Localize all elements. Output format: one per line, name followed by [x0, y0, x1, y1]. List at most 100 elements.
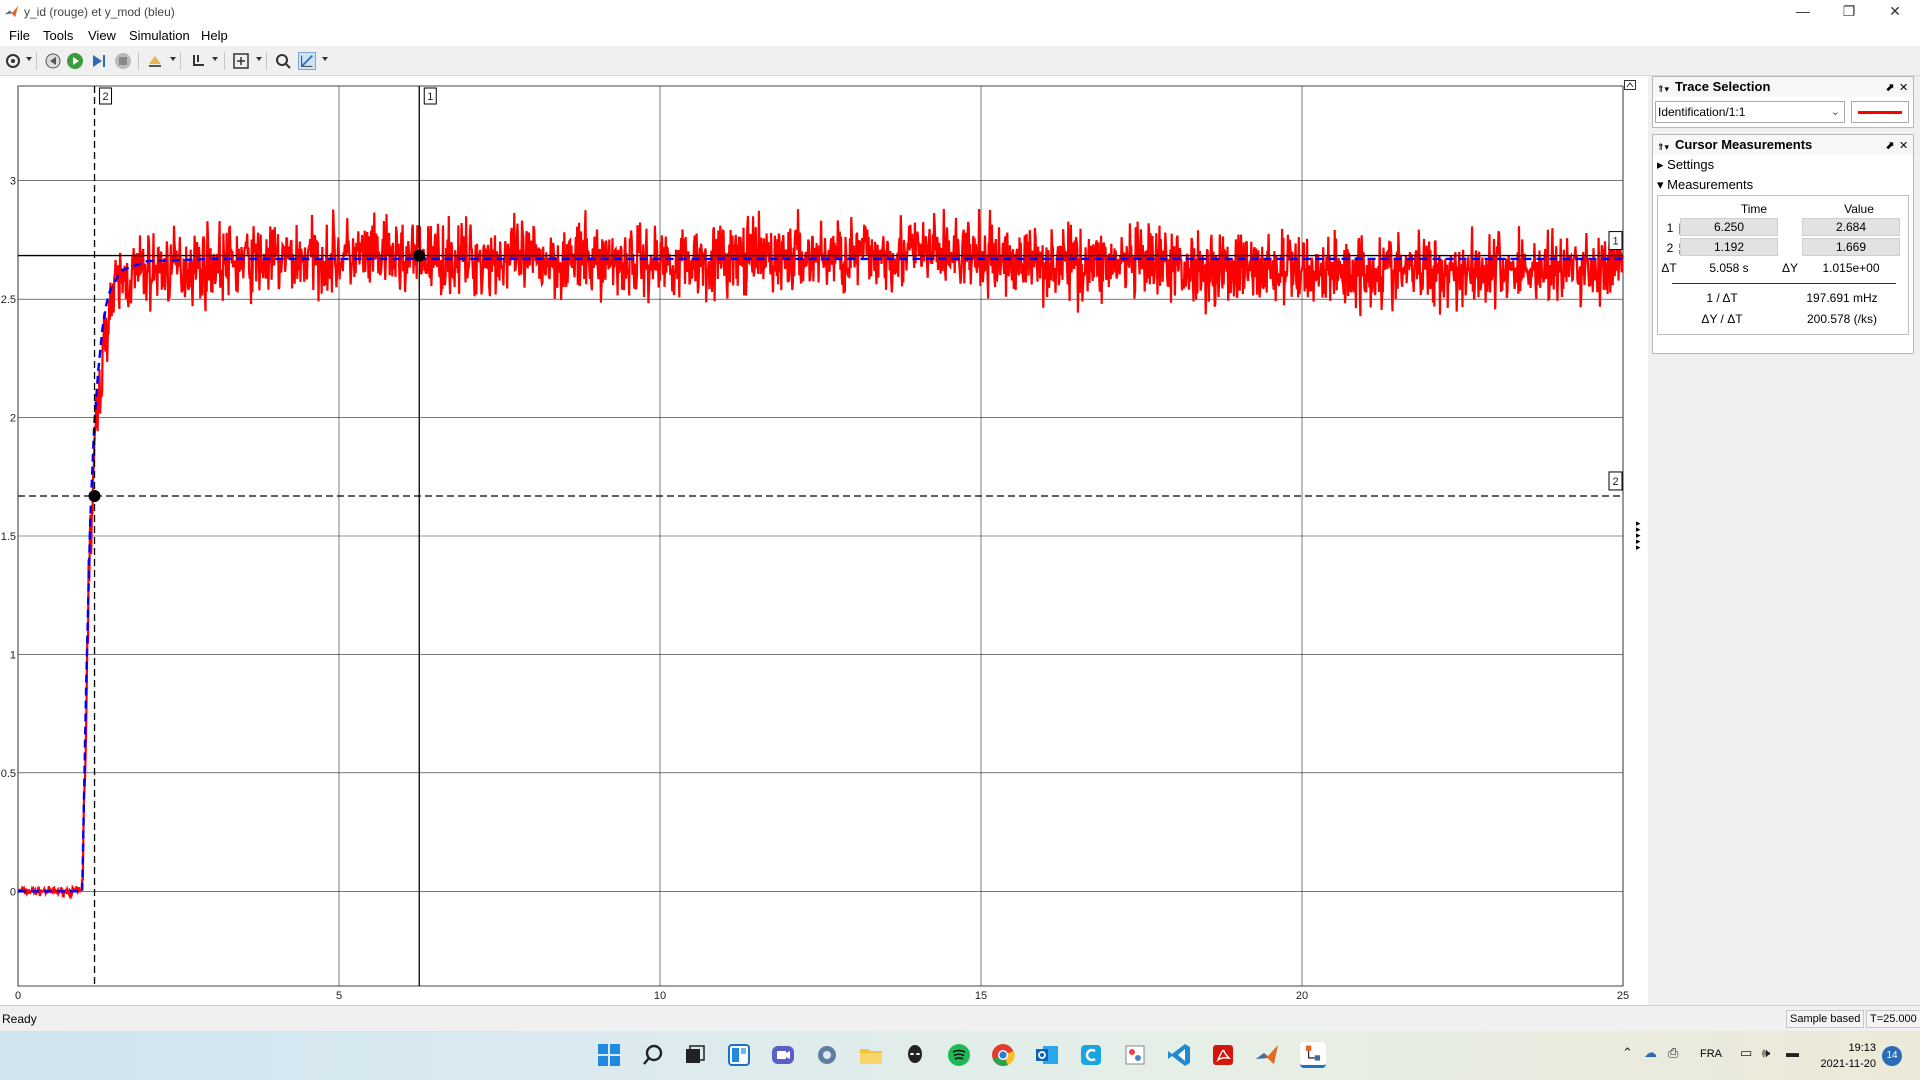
network-icon[interactable]: ▭ [1740, 1045, 1752, 1061]
printer-icon[interactable]: ⎙ [1668, 1045, 1678, 1061]
menu-file[interactable]: File [9, 28, 30, 43]
task-view-icon[interactable] [682, 1042, 708, 1068]
highlight-icon[interactable] [146, 52, 164, 70]
settings-label: Settings [1667, 157, 1715, 172]
battery-icon[interactable]: ▬ [1786, 1045, 1799, 1060]
cursor-measurements-header[interactable]: ⇑▾ Cursor Measurements ⬈ ✕ [1653, 135, 1913, 155]
step-back-icon[interactable] [44, 52, 62, 70]
menu-bar: File Tools View Simulation Help ➘ [0, 24, 1920, 65]
cursor-measure-dropdown-icon[interactable] [322, 57, 328, 61]
separator-line [1672, 283, 1896, 284]
fit-dropdown-icon[interactable] [256, 57, 262, 61]
menu-help[interactable]: Help [201, 28, 228, 43]
step-forward-icon[interactable] [90, 52, 108, 70]
cursor-1-value: 2.684 [1802, 218, 1900, 236]
teams-icon[interactable] [770, 1042, 796, 1068]
close-pane-icon[interactable]: ✕ [1899, 136, 1908, 156]
sim-time-indicator: T=25.000 [1866, 1010, 1920, 1028]
inverse-delta-t-label: 1 / ΔT [1706, 291, 1738, 305]
toolbar [0, 46, 1920, 76]
file-explorer-icon[interactable] [858, 1042, 884, 1068]
menu-tools[interactable]: Tools [43, 28, 73, 43]
x-tick-label: 10 [654, 990, 666, 1002]
status-bar: Ready Sample based T=25.000 [0, 1005, 1920, 1031]
window-title: y_id (rouge) et y_mod (bleu) [24, 5, 175, 19]
trace-select-value: Identification/1:1 [1658, 105, 1746, 119]
pin-icon[interactable]: ⇑▾ [1657, 137, 1669, 157]
close-button[interactable]: ✕ [1872, 0, 1918, 24]
matlab-icon[interactable] [1254, 1042, 1280, 1068]
cursor-2-marker [88, 489, 101, 502]
panel-collapse-arrows-icon[interactable]: ▸ ▸ ▸ ▸ ▸ [1636, 519, 1644, 552]
trace-color-swatch[interactable] [1851, 101, 1909, 123]
search-icon[interactable] [640, 1042, 666, 1068]
cursor-1-side-label: 1 [1612, 236, 1618, 248]
clock-date[interactable]: 2021-11-20 [1818, 1058, 1876, 1070]
gear-icon[interactable] [4, 52, 22, 70]
settings-icon[interactable] [814, 1042, 840, 1068]
y-tick-label: 1.5 [1, 531, 16, 543]
toolbar-separator [138, 52, 139, 70]
measurements-section[interactable]: ▾ Measurements [1657, 177, 1753, 193]
gear-dropdown-icon[interactable] [26, 57, 32, 61]
acrobat-icon[interactable] [1210, 1042, 1236, 1068]
minimize-button[interactable]: — [1780, 0, 1826, 24]
zoom-icon[interactable] [274, 52, 292, 70]
trace-select[interactable]: Identification/1:1 ⌄ [1655, 101, 1845, 123]
run-icon[interactable] [66, 52, 84, 70]
measurements-label: Measurements [1667, 177, 1754, 192]
y-tick-label: 2.5 [1, 294, 16, 306]
pin-icon[interactable]: ⇑▾ [1657, 79, 1669, 99]
alienware-icon[interactable] [902, 1042, 928, 1068]
simulink-icon[interactable] [1300, 1042, 1326, 1068]
chrome-icon[interactable] [990, 1042, 1016, 1068]
outlook-icon[interactable] [1034, 1042, 1060, 1068]
c-app-icon[interactable] [1078, 1042, 1104, 1068]
plot-area[interactable]: 0 5 10 15 20 25 0 0.5 1 1.5 2 2.5 3 1 1 2 2 ▸ ▸ ▸ ▸ ▸ [0, 76, 1648, 1005]
paint-icon[interactable] [1122, 1042, 1148, 1068]
undock-icon[interactable]: ⬈ [1885, 78, 1894, 98]
y-tick-label: 2 [10, 413, 16, 425]
chevron-down-icon: ⌄ [1830, 106, 1840, 118]
onedrive-icon[interactable]: ☁ [1644, 1045, 1657, 1061]
fit-icon[interactable] [232, 52, 250, 70]
cursor-1-top-label: 1 [427, 91, 433, 103]
widgets-icon[interactable] [726, 1042, 752, 1068]
scope-plot[interactable]: 0 5 10 15 20 25 0 0.5 1 1.5 2 2.5 3 1 1 2 2 [0, 76, 1648, 1005]
cursor-measure-icon[interactable] [298, 52, 316, 70]
x-tick-label: 5 [336, 990, 342, 1002]
trace-selection-title: Trace Selection [1675, 79, 1771, 94]
trigger-icon[interactable] [190, 52, 208, 70]
cursor-measurements-pane: ⇑▾ Cursor Measurements ⬈ ✕ ▸ Settings ▾ … [1652, 134, 1914, 354]
restore-button[interactable]: ❐ [1826, 0, 1872, 24]
spotify-icon[interactable] [946, 1042, 972, 1068]
notification-badge[interactable]: 14 [1882, 1046, 1902, 1066]
volume-icon[interactable]: 🕪 [1762, 1045, 1770, 1061]
cursor-1-marker [413, 249, 426, 262]
language-indicator[interactable]: FRA [1700, 1048, 1722, 1060]
windows-start-icon[interactable] [596, 1042, 622, 1068]
slope-label: ΔY / ΔT [1701, 312, 1743, 326]
settings-section[interactable]: ▸ Settings [1657, 157, 1714, 173]
restore-axes-icon[interactable] [1624, 80, 1636, 90]
toolbar-separator [180, 52, 181, 70]
cursor-2-top-label: 2 [102, 91, 108, 103]
close-pane-icon[interactable]: ✕ [1899, 78, 1908, 98]
column-header-value: Value [1844, 202, 1874, 216]
highlight-dropdown-icon[interactable] [170, 57, 176, 61]
vscode-icon[interactable] [1166, 1042, 1192, 1068]
x-tick-label: 15 [975, 990, 987, 1002]
clock-time[interactable]: 19:13 [1818, 1042, 1876, 1054]
trace-selection-header[interactable]: ⇑▾ Trace Selection ⬈ ✕ [1653, 77, 1913, 97]
y-tick-label: 1 [10, 649, 16, 661]
chevron-up-icon[interactable]: ⌃ [1622, 1045, 1633, 1061]
column-header-time: Time [1740, 202, 1768, 216]
x-tick-label: 20 [1296, 990, 1308, 1002]
trigger-dropdown-icon[interactable] [212, 57, 218, 61]
menu-view[interactable]: View [88, 28, 116, 43]
stop-icon[interactable] [114, 52, 132, 70]
menu-simulation[interactable]: Simulation [129, 28, 190, 43]
right-panel: ⇑▾ Trace Selection ⬈ ✕ Identification/1:… [1648, 76, 1920, 1005]
x-tick-label: 0 [15, 990, 21, 1002]
undock-icon[interactable]: ⬈ [1885, 136, 1894, 156]
